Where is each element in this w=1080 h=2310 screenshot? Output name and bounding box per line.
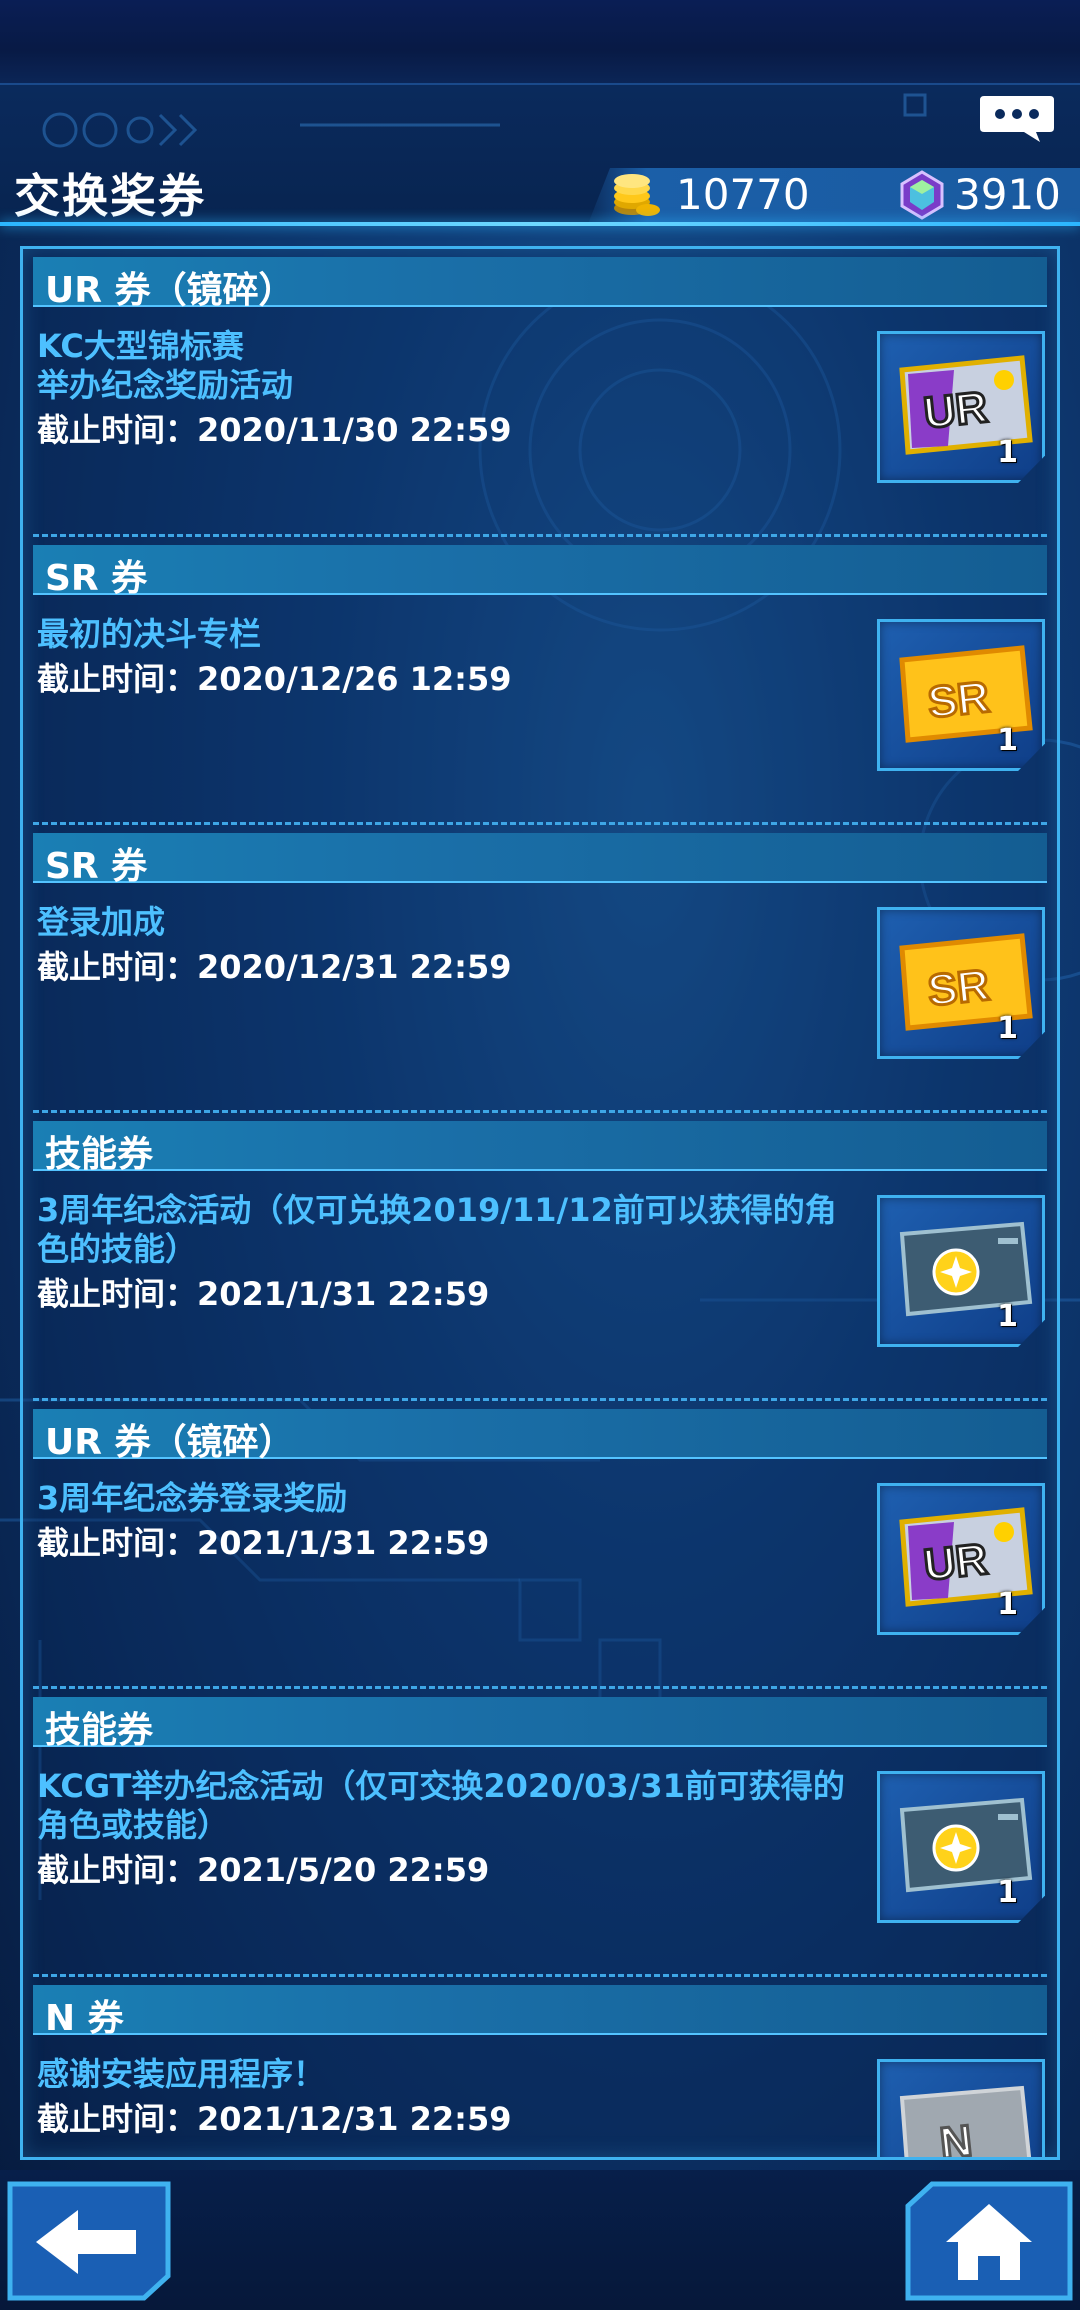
ticket-row[interactable]: 技能券 3周年纪念活动（仅可兑换2019/11/12前可以获得的角色的技能） 截止时…	[23, 1113, 1057, 1401]
gold-coin-icon	[614, 174, 660, 216]
ticket-icon-frame[interactable]: UR 1	[877, 1483, 1045, 1635]
ticket-list-panel[interactable]: UR 券（镜碎） KC大型锦标赛 举办纪念奖励活动截止时间：2020/11/30 …	[20, 246, 1060, 2160]
ticket-row[interactable]: UR 券（镜碎） 3周年纪念券登录奖励截止时间：2021/1/31 22:59 UR…	[23, 1401, 1057, 1689]
ticket-title: 最初的决斗专栏	[37, 615, 262, 653]
ticket-icon-frame[interactable]: SR 1	[877, 907, 1045, 1059]
ticket-deadline: 截止时间：2020/11/30 22:59	[37, 411, 512, 449]
chat-button[interactable]	[978, 92, 1056, 144]
ticket-type-label: SR 券	[45, 558, 148, 599]
svg-text:UR: UR	[921, 383, 989, 438]
ticket-quantity: 1	[997, 723, 1018, 758]
ticket-type-header: SR 券	[33, 833, 1047, 887]
ticket-type-label: 技能券	[45, 1134, 154, 1175]
ticket-quantity: 1	[997, 1587, 1018, 1622]
ticket-title: 登录加成	[37, 903, 166, 941]
ticket-icon-frame[interactable]: 1	[877, 1195, 1045, 1347]
ticket-row[interactable]: SR 券登录加成截止时间：2020/12/31 22:59 SR 1	[23, 825, 1057, 1113]
ticket-row[interactable]: UR 券（镜碎） KC大型锦标赛 举办纪念奖励活动截止时间：2020/11/30 …	[23, 249, 1057, 537]
page-title: 交换奖券	[14, 169, 206, 223]
back-button[interactable]	[6, 2180, 172, 2302]
n-ticket-icon: N	[899, 2085, 1033, 2160]
ticket-quantity: 1	[997, 435, 1018, 470]
ticket-title: 感谢安装应用程序！	[37, 2055, 326, 2093]
ticket-type-label: SR 券	[45, 846, 148, 887]
ticket-type-header: UR 券（镜碎）	[33, 257, 1047, 311]
svg-text:N: N	[938, 2116, 975, 2160]
ticket-deadline: 截止时间：2021/1/31 22:59	[37, 1524, 490, 1562]
ticket-deadline: 截止时间：2021/5/20 22:59	[37, 1851, 490, 1889]
ticket-row[interactable]: 技能券 KCGT举办纪念活动（仅可交换2020/03/31前可获得的角色或技能） 截…	[23, 1689, 1057, 1977]
ticket-title: 3周年纪念券登录奖励	[37, 1479, 348, 1517]
ticket-quantity: 1	[997, 1011, 1018, 1046]
ticket-row[interactable]: SR 券最初的决斗专栏截止时间：2020/12/26 12:59 SR 1	[23, 537, 1057, 825]
ticket-icon-frame[interactable]: UR 1	[877, 331, 1045, 483]
ticket-type-label: N 券	[45, 1998, 124, 2039]
ticket-quantity: 1	[997, 1875, 1018, 1910]
ticket-deadline: 截止时间：2021/1/31 22:59	[37, 1275, 490, 1313]
ticket-icon-frame[interactable]: N1	[877, 2059, 1045, 2160]
ticket-type-label: 技能券	[45, 1710, 154, 1751]
status-bar	[0, 0, 1080, 85]
ticket-type-header: 技能券	[33, 1697, 1047, 1751]
ticket-title: KC大型锦标赛 举办纪念奖励活动	[37, 327, 294, 404]
gem-count: 3910	[954, 170, 1061, 219]
ticket-type-header: UR 券（镜碎）	[33, 1409, 1047, 1463]
ticket-deadline: 截止时间：2021/12/31 22:59	[37, 2100, 512, 2138]
header-divider	[0, 222, 1080, 226]
home-icon	[905, 2181, 1073, 2301]
svg-text:UR: UR	[921, 1535, 989, 1590]
ticket-deadline: 截止时间：2020/12/31 22:59	[37, 948, 512, 986]
coin-count: 10770	[676, 170, 810, 219]
back-arrow-icon	[7, 2181, 171, 2301]
home-button[interactable]	[904, 2180, 1074, 2302]
ticket-row[interactable]: N 券感谢安装应用程序！ 截止时间：2021/12/31 22:59 N1	[23, 1977, 1057, 2160]
ticket-type-label: UR 券（镜碎）	[45, 1422, 295, 1463]
ticket-type-header: 技能券	[33, 1121, 1047, 1175]
svg-text:SR: SR	[926, 673, 992, 728]
ticket-icon-frame[interactable]: SR 1	[877, 619, 1045, 771]
ticket-icon-frame[interactable]: 1	[877, 1771, 1045, 1923]
ticket-type-header: N 券	[33, 1985, 1047, 2039]
ticket-title: KCGT举办纪念活动（仅可交换2020/03/31前可获得的角色或技能）	[37, 1767, 845, 1844]
ticket-quantity: 1	[997, 1299, 1018, 1334]
svg-text:SR: SR	[926, 961, 992, 1016]
chat-bubble-icon	[980, 96, 1054, 142]
ticket-type-header: SR 券	[33, 545, 1047, 599]
ticket-deadline: 截止时间：2020/12/26 12:59	[37, 660, 512, 698]
ticket-type-label: UR 券（镜碎）	[45, 270, 295, 311]
ticket-title: 3周年纪念活动（仅可兑换2019/11/12前可以获得的角色的技能）	[37, 1191, 837, 1268]
gem-icon	[900, 170, 944, 220]
